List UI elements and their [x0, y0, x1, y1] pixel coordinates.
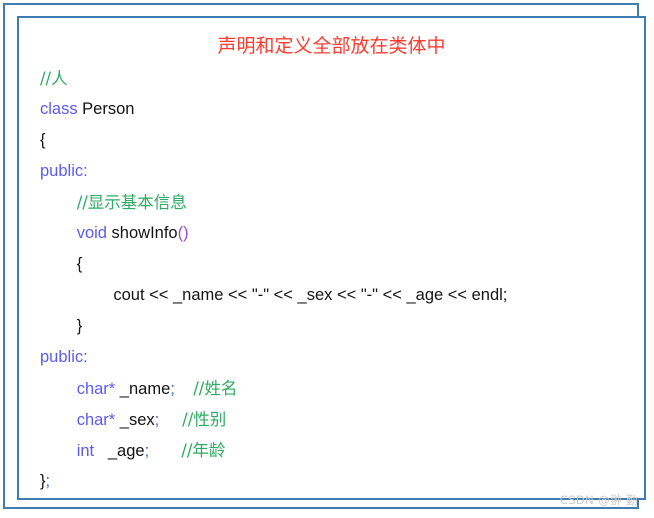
- csdn-watermark: CSDN @翀 勤: [559, 493, 638, 507]
- code-line: class Person: [40, 94, 644, 125]
- code-token-plain: _age: [94, 442, 145, 460]
- code-token-cmt: //性别: [182, 410, 227, 429]
- code-token-plain: {: [76, 255, 83, 273]
- code-token-plain: {: [40, 131, 46, 149]
- code-token-kw: public: [40, 162, 84, 180]
- code-token-kw: char*: [76, 380, 116, 398]
- code-token-kw: void: [76, 224, 107, 242]
- code-line: //人: [40, 63, 644, 94]
- code-token-plain: Person: [77, 100, 135, 118]
- code-line: }: [40, 311, 644, 342]
- code-token-cmt: //姓名: [193, 379, 238, 398]
- code-line: public:: [40, 342, 644, 373]
- code-token-plain: _name: [115, 380, 171, 398]
- code-token-cmt: //年龄: [181, 441, 226, 460]
- code-token-semi: ;: [45, 472, 51, 490]
- code-line: char* _name; //姓名: [40, 373, 644, 404]
- code-token-kw: char*: [76, 411, 116, 429]
- code-line: {: [40, 249, 644, 280]
- code-token-plain: showInfo: [106, 224, 178, 242]
- code-token-kw: class: [40, 100, 78, 118]
- code-block: //人 class Person { public: //显示基本信息 void sh…: [19, 63, 644, 497]
- code-line: void showInfo(): [40, 218, 644, 249]
- code-line: {: [40, 125, 644, 156]
- code-token-plain: }: [76, 317, 83, 335]
- code-line: char* _sex; //性别: [40, 404, 644, 435]
- code-token-plain: _sex: [115, 411, 155, 429]
- page-title: 声明和定义全部放在类体中: [217, 35, 446, 57]
- code-token-kw: int: [76, 442, 95, 460]
- code-line: //显示基本信息: [40, 187, 644, 218]
- document-content: 声明和定义全部放在类体中 //人 class Person { public: //显…: [19, 18, 644, 498]
- code-token-plain: cout << _name << "-" << _sex << "-" << _…: [113, 286, 508, 304]
- code-token-punc: (): [177, 224, 189, 242]
- code-token-cmt: //人: [40, 69, 68, 88]
- code-token-semi: :: [83, 348, 88, 366]
- code-line: int _age; //年龄: [40, 435, 644, 466]
- code-token-cmt: //显示基本信息: [76, 193, 187, 212]
- code-line: };: [40, 466, 644, 497]
- code-line: cout << _name << "-" << _sex << "-" << _…: [40, 280, 644, 311]
- code-line: public:: [40, 156, 644, 187]
- code-token-semi: :: [83, 162, 88, 180]
- code-token-kw: public: [40, 348, 84, 366]
